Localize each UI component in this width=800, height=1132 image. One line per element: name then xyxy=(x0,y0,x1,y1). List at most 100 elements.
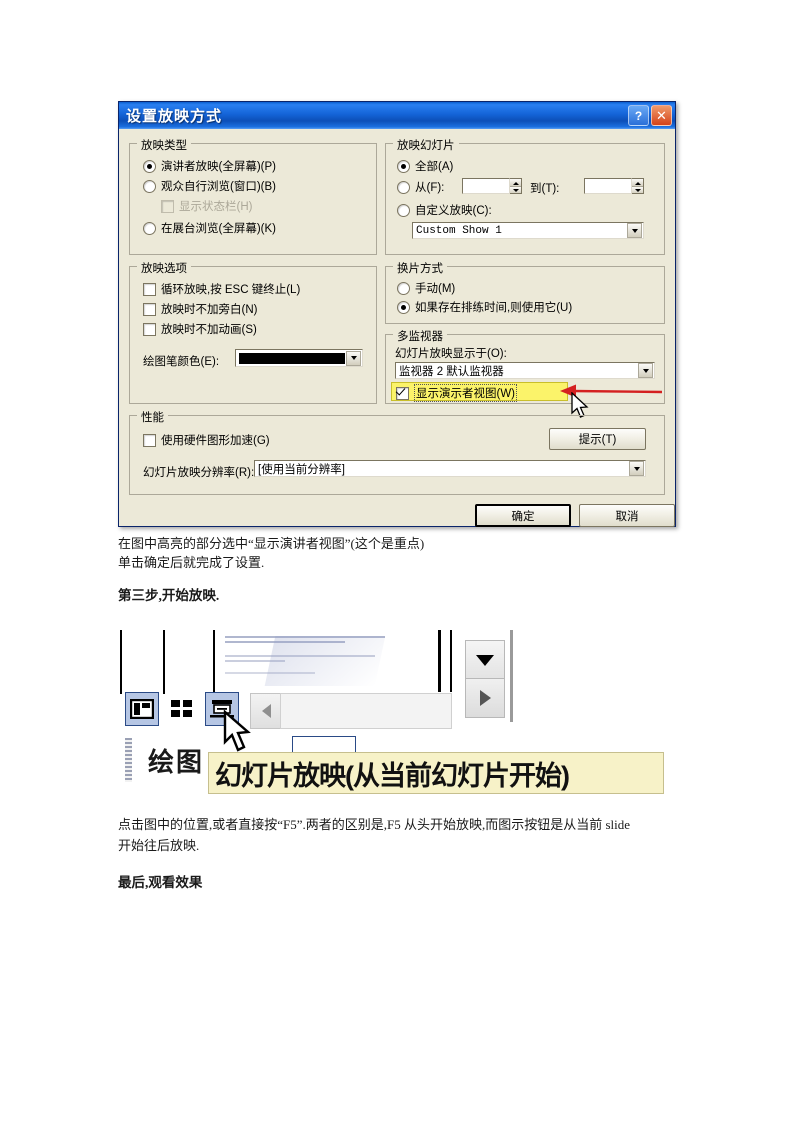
to-slide-input[interactable] xyxy=(584,178,632,194)
checkbox-icon xyxy=(396,386,409,400)
show-type-group: 放映类型 演讲者放映(全屏幕)(P) 观众自行浏览(窗口)(B) 显示状态栏(H… xyxy=(129,137,377,255)
cancel-button[interactable]: 取消 xyxy=(579,504,675,527)
pen-color-swatch xyxy=(239,352,345,364)
radio-icon xyxy=(143,221,156,235)
radio-browsed-by-individual[interactable]: 观众自行浏览(窗口)(B) xyxy=(143,178,276,194)
performance-legend: 性能 xyxy=(137,409,168,425)
ok-button[interactable]: 确定 xyxy=(475,504,571,527)
tips-button[interactable]: 提示(T) xyxy=(549,428,646,450)
checkbox-without-animation[interactable]: 放映时不加动画(S) xyxy=(143,321,257,337)
close-icon[interactable]: ✕ xyxy=(651,105,672,126)
task-pane-right-divider xyxy=(510,630,513,722)
from-spinner-buttons[interactable] xyxy=(510,178,522,194)
multiple-monitors-group: 多监视器 幻灯片放映显示于(O): 监视器 2 默认监视器 显示演示者视图(W) xyxy=(385,328,665,418)
checkbox-show-scrollbar: 显示状态栏(H) xyxy=(161,198,252,214)
radio-label: 观众自行浏览(窗口)(B) xyxy=(161,181,276,193)
to-spinner-buttons[interactable] xyxy=(632,178,644,194)
view-button-slide-sorter[interactable] xyxy=(165,692,199,726)
dialog-titlebar: 设置放映方式 ? ✕ xyxy=(119,102,675,129)
triangle-right-icon xyxy=(479,690,491,706)
slide-sorter-icon xyxy=(171,700,192,717)
instruction-line-2: 单击确定后就完成了设置. xyxy=(118,555,265,570)
to-label: 到(T): xyxy=(530,183,560,195)
slide-pane-right-divider xyxy=(438,630,441,692)
resolution-dropdown[interactable]: [使用当前分辨率] xyxy=(254,460,646,477)
checkbox-icon xyxy=(143,433,156,447)
monitor-dropdown[interactable]: 监视器 2 默认监视器 xyxy=(395,362,655,379)
chevron-down-icon[interactable] xyxy=(638,363,653,378)
radio-icon xyxy=(397,180,410,194)
draw-menu-button[interactable]: 绘图 xyxy=(148,742,204,779)
radio-custom-show[interactable]: 自定义放映(C): xyxy=(397,202,492,218)
titlebar-buttons: ? ✕ xyxy=(628,105,672,126)
radio-icon xyxy=(397,159,410,173)
radio-icon xyxy=(397,203,410,217)
task-pane-divider xyxy=(450,630,452,692)
performance-group: 性能 使用硬件图形加速(G) 提示(T) 幻灯片放映分辨率(R): [使用当前分… xyxy=(129,409,665,495)
radio-label: 全部(A) xyxy=(415,161,454,173)
mouse-cursor-icon xyxy=(223,710,251,752)
slide-show-tooltip: 幻灯片放映(从当前幻灯片开始) xyxy=(208,752,664,794)
resolution-label: 幻灯片放映分辨率(R): xyxy=(143,467,255,479)
view-button-normal[interactable] xyxy=(125,692,159,726)
slide-watermark-graphic xyxy=(264,636,386,686)
show-options-legend: 放映选项 xyxy=(137,260,191,276)
checkbox-icon xyxy=(143,302,156,316)
triangle-down-icon xyxy=(476,654,494,666)
radio-label: 自定义放映(C): xyxy=(415,205,492,217)
checkbox-loop-until-esc[interactable]: 循环放映,按 ESC 键终止(L) xyxy=(143,281,300,297)
chevron-down-icon[interactable] xyxy=(627,223,642,238)
scroll-previous-button[interactable] xyxy=(465,640,505,680)
radio-icon xyxy=(397,281,410,295)
checkbox-label: 显示演示者视图(W) xyxy=(414,384,518,402)
multiple-monitors-legend: 多监视器 xyxy=(393,328,447,344)
checkbox-without-narration[interactable]: 放映时不加旁白(N) xyxy=(143,301,257,317)
show-options-group: 放映选项 循环放映,按 ESC 键终止(L) 放映时不加旁白(N) 放映时不加动… xyxy=(129,260,377,404)
radio-all-slides[interactable]: 全部(A) xyxy=(397,158,453,174)
tooltip-text: 幻灯片放映(从当前幻灯片开始) xyxy=(215,760,570,791)
toolbar-grip[interactable] xyxy=(125,738,132,782)
checkbox-hardware-acceleration[interactable]: 使用硬件图形加速(G) xyxy=(143,432,270,448)
chevron-down-icon[interactable] xyxy=(629,461,644,476)
resolution-value: [使用当前分辨率] xyxy=(258,463,345,476)
advance-slides-group: 换片方式 手动(M) 如果存在排练时间,则使用它(U) xyxy=(385,260,665,324)
pen-color-label: 绘图笔颜色(E): xyxy=(143,356,220,368)
horizontal-scrollbar-track[interactable] xyxy=(280,693,452,729)
dialog-body: 放映类型 演讲者放映(全屏幕)(P) 观众自行浏览(窗口)(B) 显示状态栏(H… xyxy=(119,129,675,527)
heading-step-3: 第三步,开始放映. xyxy=(118,588,220,603)
radio-label: 如果存在排练时间,则使用它(U) xyxy=(415,302,573,314)
checkbox-label: 放映时不加动画(S) xyxy=(161,324,257,336)
show-slides-group: 放映幻灯片 全部(A) 从(F): 到(T): 自定义放映(C): Custom… xyxy=(385,137,665,255)
checkbox-icon xyxy=(161,199,174,213)
instruction-line-3: 点击图中的位置,或者直接按“F5”.两者的区别是,F5 从头开始放映,而图示按钮… xyxy=(118,817,631,832)
chevron-down-icon[interactable] xyxy=(346,350,361,366)
to-slide-stepper[interactable] xyxy=(584,178,644,194)
checkbox-label: 放映时不加旁白(N) xyxy=(161,304,258,316)
outline-pane-divider xyxy=(163,630,165,694)
display-show-on-label: 幻灯片放映显示于(O): xyxy=(395,348,507,360)
help-icon[interactable]: ? xyxy=(628,105,649,126)
from-slide-stepper[interactable] xyxy=(462,178,522,194)
custom-show-value: Custom Show 1 xyxy=(416,224,502,237)
radio-slide-range[interactable]: 从(F): xyxy=(397,179,444,195)
scroll-next-button[interactable] xyxy=(465,678,505,718)
from-slide-input[interactable] xyxy=(462,178,510,194)
dialog-title: 设置放映方式 xyxy=(126,108,223,125)
monitor-value: 监视器 2 默认监视器 xyxy=(399,365,504,378)
radio-browsed-at-kiosk[interactable]: 在展台浏览(全屏幕)(K) xyxy=(143,220,276,236)
pen-color-dropdown[interactable] xyxy=(235,349,363,367)
radio-manually[interactable]: 手动(M) xyxy=(397,280,455,296)
radio-icon xyxy=(397,300,410,314)
show-type-legend: 放映类型 xyxy=(137,137,191,153)
radio-presenter-fullscreen[interactable]: 演讲者放映(全屏幕)(P) xyxy=(143,158,276,174)
advance-slides-legend: 换片方式 xyxy=(393,260,447,276)
checkbox-label: 显示状态栏(H) xyxy=(179,201,253,213)
setup-show-dialog: 设置放映方式 ? ✕ 放映类型 演讲者放映(全屏幕)(P) 观众自行浏览(窗口)… xyxy=(118,101,676,527)
radio-label: 手动(M) xyxy=(415,283,456,295)
checkbox-show-presenter-view[interactable]: 显示演示者视图(W) xyxy=(396,384,518,402)
instruction-line-4: 开始往后放映. xyxy=(118,838,200,853)
radio-use-timings[interactable]: 如果存在排练时间,则使用它(U) xyxy=(397,299,572,315)
custom-show-dropdown[interactable]: Custom Show 1 xyxy=(412,222,644,239)
slide-pane-left-divider xyxy=(120,630,122,694)
instruction-line-1: 在图中高亮的部分选中“显示演讲者视图”(这个是重点) xyxy=(118,536,425,551)
